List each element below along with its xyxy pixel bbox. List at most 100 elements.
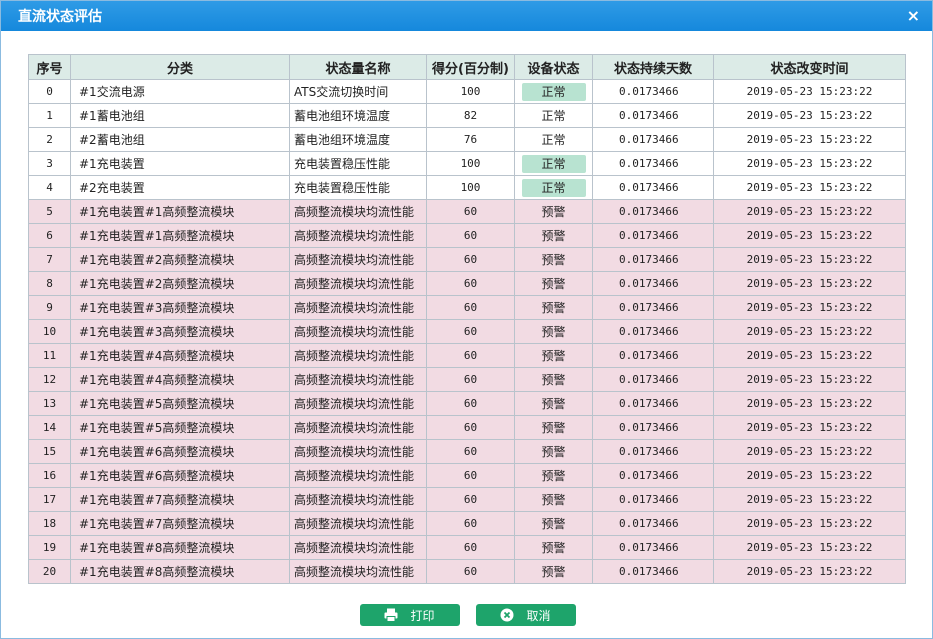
header-duration-days[interactable]: 状态持续天数 (592, 54, 714, 80)
cell-change-time: 2019-05-23 15:23:22 (713, 343, 906, 368)
cell-device-status: 正常 (514, 103, 593, 128)
dialog-title: 直流状态评估 (18, 9, 102, 25)
table-row[interactable]: 10 #1充电装置#3高频整流模块 高频整流模块均流性能 60 预警 0.0173466 2… (28, 319, 906, 344)
cell-metric-name: 蓄电池组环境温度 (289, 103, 427, 128)
cell-category: #1充电装置#4高频整流模块 (70, 367, 290, 392)
status-evaluation-dialog: 直流状态评估 × 序号 分类 状态量名称 得分(百分制) 设备状态 状态持续天数… (0, 0, 933, 639)
table-row[interactable]: 7 #1充电装置#2高频整流模块 高频整流模块均流性能 60 预警 0.0173466 20… (28, 247, 906, 272)
cell-metric-name: 高频整流模块均流性能 (289, 367, 427, 392)
cell-category: #1充电装置#6高频整流模块 (70, 463, 290, 488)
cell-device-status: 预警 (514, 511, 593, 536)
table-row[interactable]: 15 #1充电装置#6高频整流模块 高频整流模块均流性能 60 预警 0.0173466 2… (28, 439, 906, 464)
table-row[interactable]: 0 #1交流电源 ATS交流切换时间 100 正常 0.0173466 2019-05-23… (28, 79, 906, 104)
header-score[interactable]: 得分(百分制) (426, 54, 515, 80)
cell-device-status: 预警 (514, 367, 593, 392)
print-button[interactable]: 打印 (359, 604, 460, 626)
table-row[interactable]: 20 #1充电装置#8高频整流模块 高频整流模块均流性能 60 预警 0.0173466 2… (28, 559, 906, 584)
cell-device-status: 预警 (514, 439, 593, 464)
status-table-container: 序号 分类 状态量名称 得分(百分制) 设备状态 状态持续天数 状态改变时间 0… (28, 54, 906, 584)
table-row[interactable]: 18 #1充电装置#7高频整流模块 高频整流模块均流性能 60 预警 0.0173466 2… (28, 511, 906, 536)
cell-category: #1充电装置#2高频整流模块 (70, 247, 290, 272)
cell-change-time: 2019-05-23 15:23:22 (713, 559, 906, 584)
cell-change-time: 2019-05-23 15:23:22 (713, 367, 906, 392)
cell-score: 60 (426, 247, 515, 272)
cell-change-time: 2019-05-23 15:23:22 (713, 391, 906, 416)
cell-device-status: 预警 (514, 199, 593, 224)
table-row[interactable]: 4 #2充电装置 充电装置稳压性能 100 正常 0.0173466 2019-05-23 … (28, 175, 906, 200)
cell-index: 16 (28, 463, 71, 488)
cell-index: 14 (28, 415, 71, 440)
table-row[interactable]: 6 #1充电装置#1高频整流模块 高频整流模块均流性能 60 预警 0.0173466 20… (28, 223, 906, 248)
header-index[interactable]: 序号 (28, 54, 71, 80)
cell-index: 3 (28, 151, 71, 176)
cell-device-status: 预警 (514, 487, 593, 512)
cell-change-time: 2019-05-23 15:23:22 (713, 151, 906, 176)
table-row[interactable]: 9 #1充电装置#3高频整流模块 高频整流模块均流性能 60 预警 0.0173466 20… (28, 295, 906, 320)
cell-index: 13 (28, 391, 71, 416)
status-badge: 正常 (521, 82, 586, 101)
status-badge: 正常 (521, 178, 586, 197)
cell-category: #1充电装置#3高频整流模块 (70, 295, 290, 320)
cell-metric-name: 高频整流模块均流性能 (289, 319, 427, 344)
cell-duration-days: 0.0173466 (592, 463, 714, 488)
table-row[interactable]: 5 #1充电装置#1高频整流模块 高频整流模块均流性能 60 预警 0.0173466 20… (28, 199, 906, 224)
cell-duration-days: 0.0173466 (592, 391, 714, 416)
table-row[interactable]: 2 #2蓄电池组 蓄电池组环境温度 76 正常 0.0173466 2019-05-23 1… (28, 127, 906, 152)
cell-score: 100 (426, 79, 515, 104)
cell-duration-days: 0.0173466 (592, 247, 714, 272)
cancel-label: 取消 (526, 608, 551, 623)
cell-index: 4 (28, 175, 71, 200)
table-row[interactable]: 3 #1充电装置 充电装置稳压性能 100 正常 0.0173466 2019-05-23 … (28, 151, 906, 176)
cell-index: 7 (28, 247, 71, 272)
cell-category: #2充电装置 (70, 175, 290, 200)
cell-device-status: 预警 (514, 295, 593, 320)
cell-score: 82 (426, 103, 515, 128)
cell-metric-name: 充电装置稳压性能 (289, 175, 427, 200)
table-row[interactable]: 14 #1充电装置#5高频整流模块 高频整流模块均流性能 60 预警 0.0173466 2… (28, 415, 906, 440)
cell-metric-name: 高频整流模块均流性能 (289, 391, 427, 416)
table-header-row: 序号 分类 状态量名称 得分(百分制) 设备状态 状态持续天数 状态改变时间 (28, 54, 906, 80)
table-row[interactable]: 12 #1充电装置#4高频整流模块 高频整流模块均流性能 60 预警 0.0173466 2… (28, 367, 906, 392)
table-row[interactable]: 8 #1充电装置#2高频整流模块 高频整流模块均流性能 60 预警 0.0173466 20… (28, 271, 906, 296)
cell-category: #1充电装置#4高频整流模块 (70, 343, 290, 368)
header-device-status[interactable]: 设备状态 (514, 54, 593, 80)
cell-device-status: 预警 (514, 415, 593, 440)
cell-score: 60 (426, 487, 515, 512)
cell-duration-days: 0.0173466 (592, 535, 714, 560)
table-row[interactable]: 19 #1充电装置#8高频整流模块 高频整流模块均流性能 60 预警 0.0173466 2… (28, 535, 906, 560)
cell-device-status: 预警 (514, 559, 593, 584)
cell-device-status: 预警 (514, 391, 593, 416)
cell-score: 60 (426, 319, 515, 344)
table-row[interactable]: 16 #1充电装置#6高频整流模块 高频整流模块均流性能 60 预警 0.0173466 2… (28, 463, 906, 488)
cell-change-time: 2019-05-23 15:23:22 (713, 439, 906, 464)
table-row[interactable]: 11 #1充电装置#4高频整流模块 高频整流模块均流性能 60 预警 0.0173466 2… (28, 343, 906, 368)
cell-score: 60 (426, 223, 515, 248)
cell-metric-name: 高频整流模块均流性能 (289, 463, 427, 488)
cell-change-time: 2019-05-23 15:23:22 (713, 463, 906, 488)
cell-duration-days: 0.0173466 (592, 415, 714, 440)
table-row[interactable]: 13 #1充电装置#5高频整流模块 高频整流模块均流性能 60 预警 0.0173466 2… (28, 391, 906, 416)
cell-category: #1充电装置#3高频整流模块 (70, 319, 290, 344)
table-body: 0 #1交流电源 ATS交流切换时间 100 正常 0.0173466 2019-05-23… (28, 79, 906, 584)
cell-metric-name: 充电装置稳压性能 (289, 151, 427, 176)
table-row[interactable]: 1 #1蓄电池组 蓄电池组环境温度 82 正常 0.0173466 2019-05-23 1… (28, 103, 906, 128)
cell-metric-name: 高频整流模块均流性能 (289, 415, 427, 440)
header-category[interactable]: 分类 (70, 54, 290, 80)
print-label: 打印 (410, 608, 435, 623)
cell-score: 76 (426, 127, 515, 152)
header-change-time[interactable]: 状态改变时间 (713, 54, 906, 80)
table-row[interactable]: 17 #1充电装置#7高频整流模块 高频整流模块均流性能 60 预警 0.0173466 2… (28, 487, 906, 512)
cell-category: #2蓄电池组 (70, 127, 290, 152)
cell-metric-name: 蓄电池组环境温度 (289, 127, 427, 152)
cell-score: 60 (426, 511, 515, 536)
header-metric-name[interactable]: 状态量名称 (289, 54, 427, 80)
cell-change-time: 2019-05-23 15:23:22 (713, 319, 906, 344)
cancel-button[interactable]: 取消 (475, 604, 576, 626)
cell-score: 60 (426, 343, 515, 368)
close-icon[interactable]: × (907, 8, 920, 24)
cell-change-time: 2019-05-23 15:23:22 (713, 535, 906, 560)
cell-score: 60 (426, 535, 515, 560)
cell-index: 2 (28, 127, 71, 152)
cell-duration-days: 0.0173466 (592, 223, 714, 248)
cell-metric-name: 高频整流模块均流性能 (289, 247, 427, 272)
